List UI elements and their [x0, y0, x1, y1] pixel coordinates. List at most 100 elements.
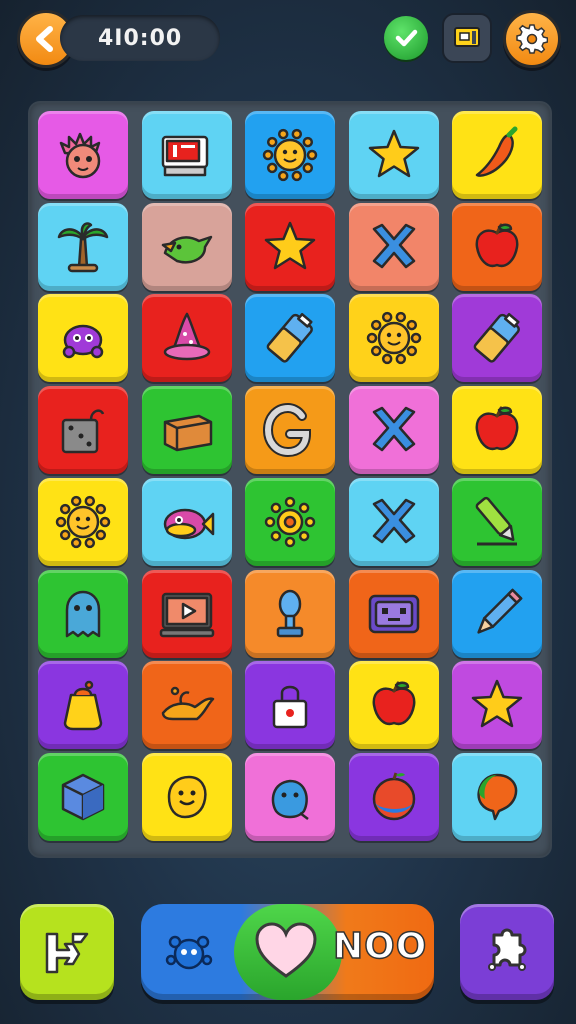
retro-tv-icon: [368, 594, 419, 633]
fruit-ball-icon: [372, 772, 415, 821]
dice-bag-icon: [61, 409, 105, 454]
power-label: NOO: [332, 925, 428, 968]
blob-creature-icon: [271, 779, 309, 820]
pencil-icon: [477, 588, 523, 634]
board-tile-pencil[interactable]: [452, 569, 542, 658]
board-tile-battery[interactable]: [452, 294, 542, 383]
gear-icon: [516, 24, 548, 54]
board-tile-video-screen[interactable]: [141, 569, 232, 658]
board-tile-cross-x[interactable]: [348, 477, 439, 566]
board-tile-dice-bag[interactable]: [38, 386, 128, 475]
board-tile-battery[interactable]: [245, 294, 335, 383]
message-card-icon: [454, 27, 480, 47]
board-tile-ghost-creature[interactable]: [38, 569, 128, 658]
chili-pepper-icon: [475, 126, 518, 177]
swap-button[interactable]: [20, 904, 114, 1000]
board-tile-letter-g[interactable]: [245, 386, 335, 475]
battery-icon: [473, 313, 520, 363]
check-bubble-icon: [395, 29, 418, 47]
settings-button[interactable]: [503, 10, 561, 68]
board-tile-genie-lamp[interactable]: [141, 661, 232, 750]
board-tile-star[interactable]: [348, 111, 439, 199]
bug-creature-icon: [165, 935, 213, 970]
ghost-creature-icon: [65, 590, 101, 637]
board-tile-cube[interactable]: [38, 752, 128, 841]
balloon-icon: [477, 773, 518, 821]
board-tile-register-machine[interactable]: [141, 111, 232, 199]
marker-pen-icon: [475, 496, 517, 546]
board-tile-blob-creature[interactable]: [245, 752, 335, 841]
board-tile-wizard-hat[interactable]: [141, 294, 232, 383]
board-tile-smiling-sun[interactable]: [38, 477, 128, 566]
apple-icon: [475, 406, 519, 451]
cross-x-icon: [372, 406, 415, 452]
board-tile-cross-x[interactable]: [348, 386, 439, 475]
timer-text: 4I0:00: [98, 25, 183, 51]
palm-tree-icon: [57, 221, 109, 272]
board-tile-palm-tree[interactable]: [38, 202, 128, 291]
board-tile-star[interactable]: [452, 661, 542, 750]
star-icon: [264, 221, 316, 269]
board-tile-green-bird[interactable]: [141, 202, 232, 291]
board-tile-apple[interactable]: [452, 202, 542, 291]
board-tile-apple[interactable]: [452, 386, 542, 475]
battery-icon: [266, 313, 313, 363]
padlock-icon: [272, 685, 308, 729]
box-icon: [163, 414, 212, 452]
video-screen-icon: [159, 592, 214, 637]
board-tile-balloon[interactable]: [452, 752, 542, 841]
star-icon: [471, 679, 523, 728]
board-tile-cross-x[interactable]: [348, 202, 439, 291]
power-meter[interactable]: NOO: [141, 904, 434, 1000]
board-tile-apple[interactable]: [348, 661, 439, 750]
puzzle-button[interactable]: [460, 904, 554, 1000]
board-tile-box[interactable]: [141, 386, 232, 475]
board-tile-smiling-sun[interactable]: [245, 111, 335, 199]
apple-icon: [475, 223, 519, 267]
heart-icon: [255, 922, 317, 978]
board-tile-fish[interactable]: [141, 477, 232, 566]
green-bird-icon: [161, 235, 212, 264]
board-tile-chili-pepper[interactable]: [452, 111, 542, 199]
wizard-hat-icon: [163, 313, 210, 361]
smiling-sun-icon: [262, 128, 318, 182]
board-tile-smiling-blob[interactable]: [141, 752, 232, 841]
board-tile-lamp[interactable]: [245, 569, 335, 658]
board-tile-fruit-ball[interactable]: [348, 752, 439, 841]
cross-x-icon: [372, 498, 415, 544]
chevron-left-icon: [36, 26, 53, 52]
check-button[interactable]: [384, 16, 428, 60]
purple-creature-icon: [62, 325, 104, 359]
apple-icon: [372, 681, 415, 726]
genie-lamp-icon: [161, 686, 214, 721]
smiling-sun-icon: [55, 495, 111, 548]
bottom-controls: NOO: [0, 890, 576, 1024]
jar-icon: [63, 680, 103, 731]
board-tile-retro-tv[interactable]: [348, 569, 439, 658]
cross-x-icon: [372, 223, 415, 268]
cube-icon: [61, 773, 105, 821]
register-machine-icon: [161, 135, 208, 177]
smiling-sun-icon: [366, 312, 421, 365]
board-tile-star[interactable]: [245, 202, 335, 291]
smiling-blob-icon: [167, 775, 207, 819]
timer-display: 4I0:00: [60, 15, 220, 61]
board-tile-smiling-sun[interactable]: [348, 294, 439, 383]
sun-gear-icon: [264, 496, 316, 548]
board-tile-padlock[interactable]: [245, 661, 335, 750]
lamp-icon: [276, 589, 304, 637]
board-tile-purple-creature[interactable]: [38, 294, 128, 383]
star-icon: [368, 129, 419, 178]
board-tile-jar[interactable]: [38, 661, 128, 750]
arrow-swap-icon: [45, 932, 89, 974]
hedgehog-creature-icon: [59, 132, 101, 179]
board-tile-sun-gear[interactable]: [245, 477, 335, 566]
board-tile-marker-pen[interactable]: [452, 477, 542, 566]
board-tile-hedgehog-creature[interactable]: [38, 111, 128, 199]
top-hud: 4I0:00: [0, 0, 576, 80]
letter-g-icon: [262, 403, 312, 458]
puzzle-piece-icon: [488, 928, 527, 971]
fish-icon: [163, 508, 214, 540]
message-button[interactable]: [442, 13, 492, 63]
game-board: [30, 103, 550, 856]
